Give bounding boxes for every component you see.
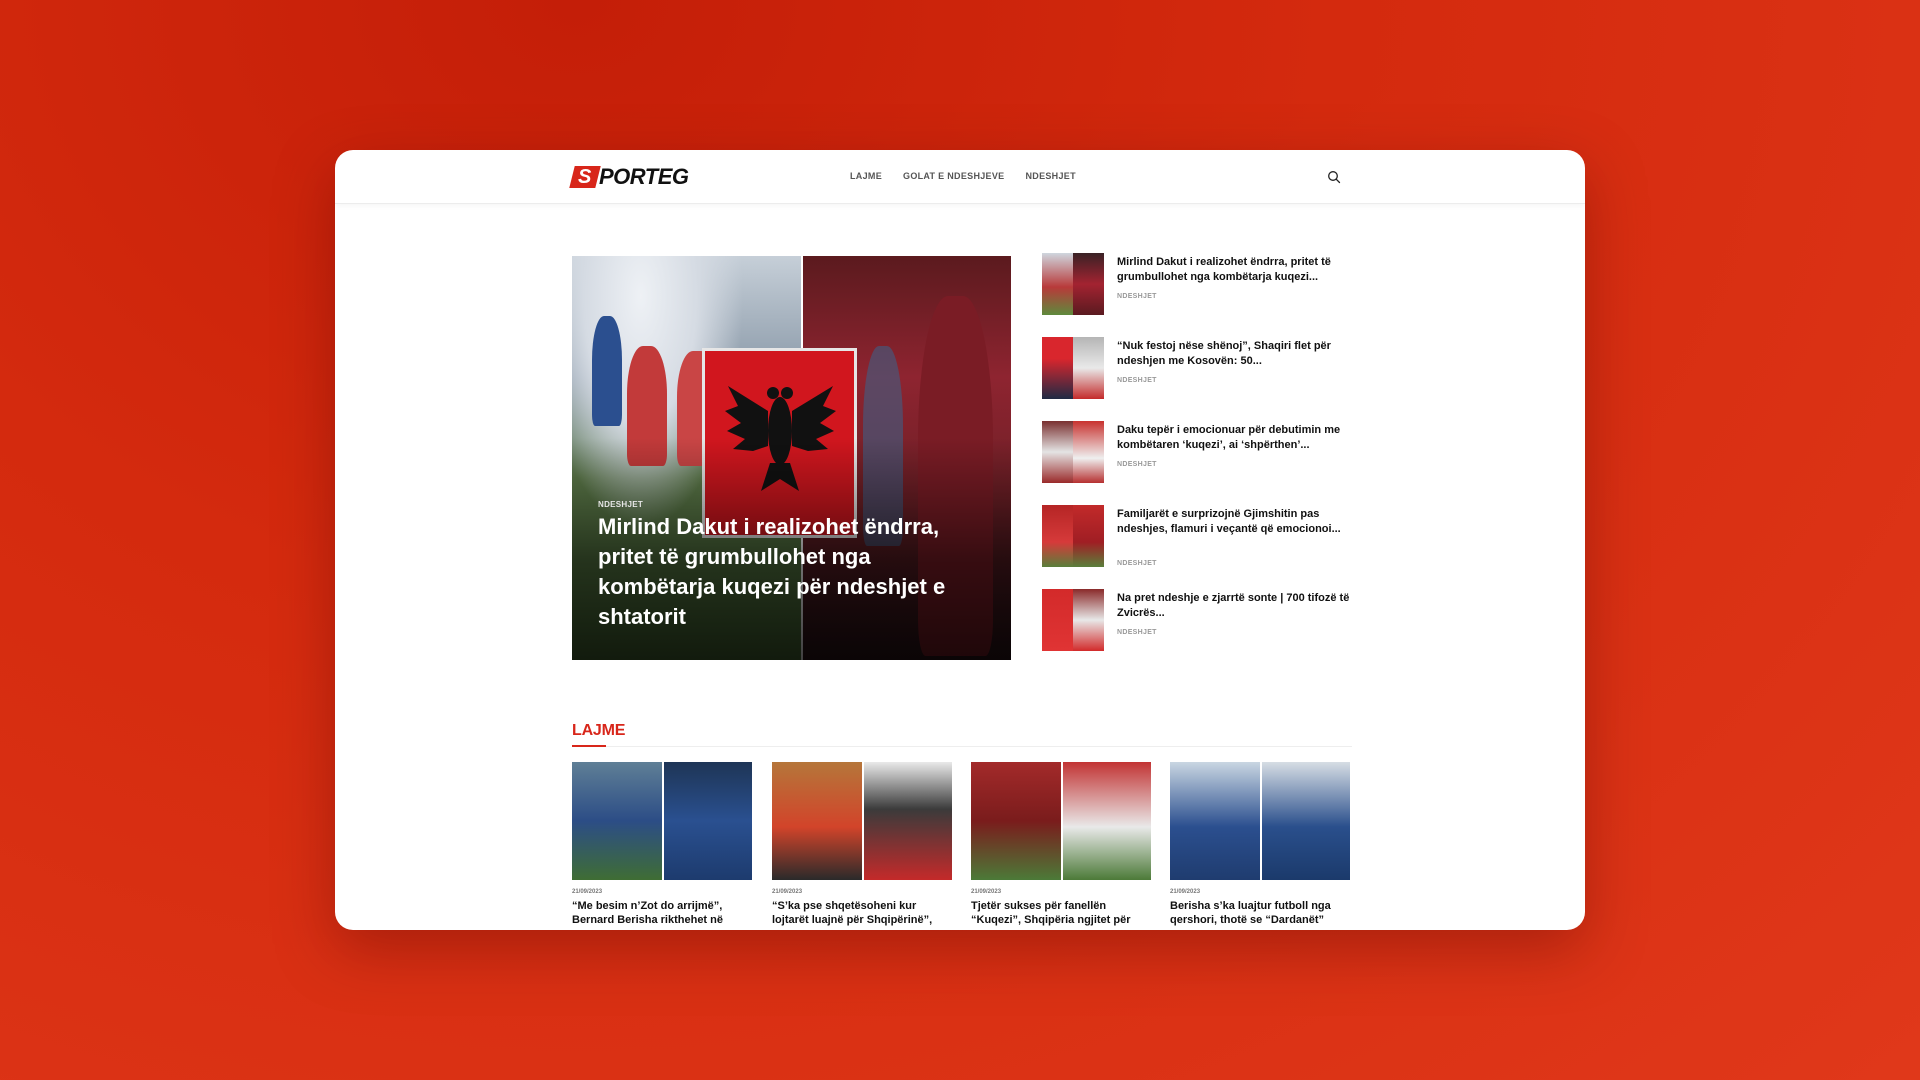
- news-card[interactable]: 21/09/2023 “S’ka pse shqetësoheni kur lo…: [772, 762, 952, 927]
- sidebar-item-title[interactable]: Mirlind Dakut i realizohet ëndrra, prite…: [1117, 255, 1352, 285]
- news-card-title[interactable]: Berisha s’ka luajtur futboll nga qershor…: [1170, 899, 1350, 927]
- news-card[interactable]: 21/09/2023 “Me besim n’Zot do arrijmë”, …: [572, 762, 752, 927]
- nav-item-ndeshjet[interactable]: NDESHJET: [1025, 171, 1075, 181]
- sidebar-item[interactable]: Familjarët e surprizojnë Gjimshitin pas …: [1042, 505, 1352, 567]
- sidebar-thumbnail[interactable]: [1042, 421, 1104, 483]
- news-card[interactable]: 21/09/2023 Tjetër sukses për fanellën “K…: [971, 762, 1151, 927]
- sidebar-thumbnail[interactable]: [1042, 253, 1104, 315]
- news-card-date: 21/09/2023: [772, 889, 803, 895]
- hero-category[interactable]: NDESHJET: [598, 500, 643, 509]
- news-card-title[interactable]: “S’ka pse shqetësoheni kur lojtarët luaj…: [772, 899, 952, 927]
- browser-window: S PORTEG LAJME GOLAT E NDESHJEVE NDESHJE…: [335, 150, 1585, 930]
- section-title-lajme[interactable]: LAJME: [572, 722, 625, 740]
- site-header: S PORTEG LAJME GOLAT E NDESHJEVE NDESHJE…: [335, 150, 1585, 204]
- sidebar-item-category[interactable]: NDESHJET: [1117, 629, 1157, 636]
- sidebar-item[interactable]: “Nuk festoj nëse shënoj”, Shaqiri flet p…: [1042, 337, 1352, 399]
- news-card-image[interactable]: [572, 762, 752, 880]
- sidebar-item[interactable]: Na pret ndeshje e zjarrtë sonte | 700 ti…: [1042, 589, 1352, 651]
- hero-article[interactable]: NDESHJET Mirlind Dakut i realizohet ëndr…: [572, 256, 1011, 660]
- section-divider: [572, 746, 1352, 747]
- logo-text: PORTEG: [599, 164, 689, 189]
- news-card[interactable]: 21/09/2023 Berisha s’ka luajtur futboll …: [1170, 762, 1350, 927]
- main-nav: LAJME GOLAT E NDESHJEVE NDESHJET: [850, 171, 1076, 181]
- sidebar-item-title[interactable]: Familjarët e surprizojnë Gjimshitin pas …: [1117, 507, 1352, 537]
- logo-mark: S: [569, 166, 601, 188]
- sidebar-thumbnail[interactable]: [1042, 589, 1104, 651]
- nav-item-lajme[interactable]: LAJME: [850, 171, 882, 181]
- sidebar-item-category[interactable]: NDESHJET: [1117, 293, 1157, 300]
- site-logo[interactable]: S PORTEG: [569, 164, 689, 189]
- sidebar-item-title[interactable]: Daku tepër i emocionuar për debutimin me…: [1117, 423, 1352, 453]
- sidebar-item-title[interactable]: Na pret ndeshje e zjarrtë sonte | 700 ti…: [1117, 591, 1352, 621]
- news-card-date: 21/09/2023: [572, 889, 603, 895]
- news-card-image[interactable]: [772, 762, 952, 880]
- news-card-date: 21/09/2023: [971, 889, 1002, 895]
- sidebar-item-category[interactable]: NDESHJET: [1117, 377, 1157, 384]
- search-icon[interactable]: [1327, 170, 1341, 184]
- sidebar-thumbnail[interactable]: [1042, 505, 1104, 567]
- news-card-image[interactable]: [971, 762, 1151, 880]
- news-card-image[interactable]: [1170, 762, 1350, 880]
- news-card-date: 21/09/2023: [1170, 889, 1201, 895]
- sidebar-item-category[interactable]: NDESHJET: [1117, 560, 1157, 567]
- section-underline: [572, 745, 606, 747]
- news-card-title[interactable]: Tjetër sukses për fanellën “Kuqezi”, Shq…: [971, 899, 1151, 927]
- sidebar-item-title[interactable]: “Nuk festoj nëse shënoj”, Shaqiri flet p…: [1117, 339, 1352, 369]
- hero-title[interactable]: Mirlind Dakut i realizohet ëndrra, prite…: [598, 512, 978, 632]
- sidebar-item[interactable]: Daku tepër i emocionuar për debutimin me…: [1042, 421, 1352, 483]
- news-card-title[interactable]: “Me besim n’Zot do arrijmë”, Bernard Ber…: [572, 899, 752, 927]
- sidebar-item[interactable]: Mirlind Dakut i realizohet ëndrra, prite…: [1042, 253, 1352, 315]
- nav-item-golat-e-ndeshjeve[interactable]: GOLAT E NDESHJEVE: [903, 171, 1004, 181]
- sidebar-thumbnail[interactable]: [1042, 337, 1104, 399]
- sidebar-item-category[interactable]: NDESHJET: [1117, 461, 1157, 468]
